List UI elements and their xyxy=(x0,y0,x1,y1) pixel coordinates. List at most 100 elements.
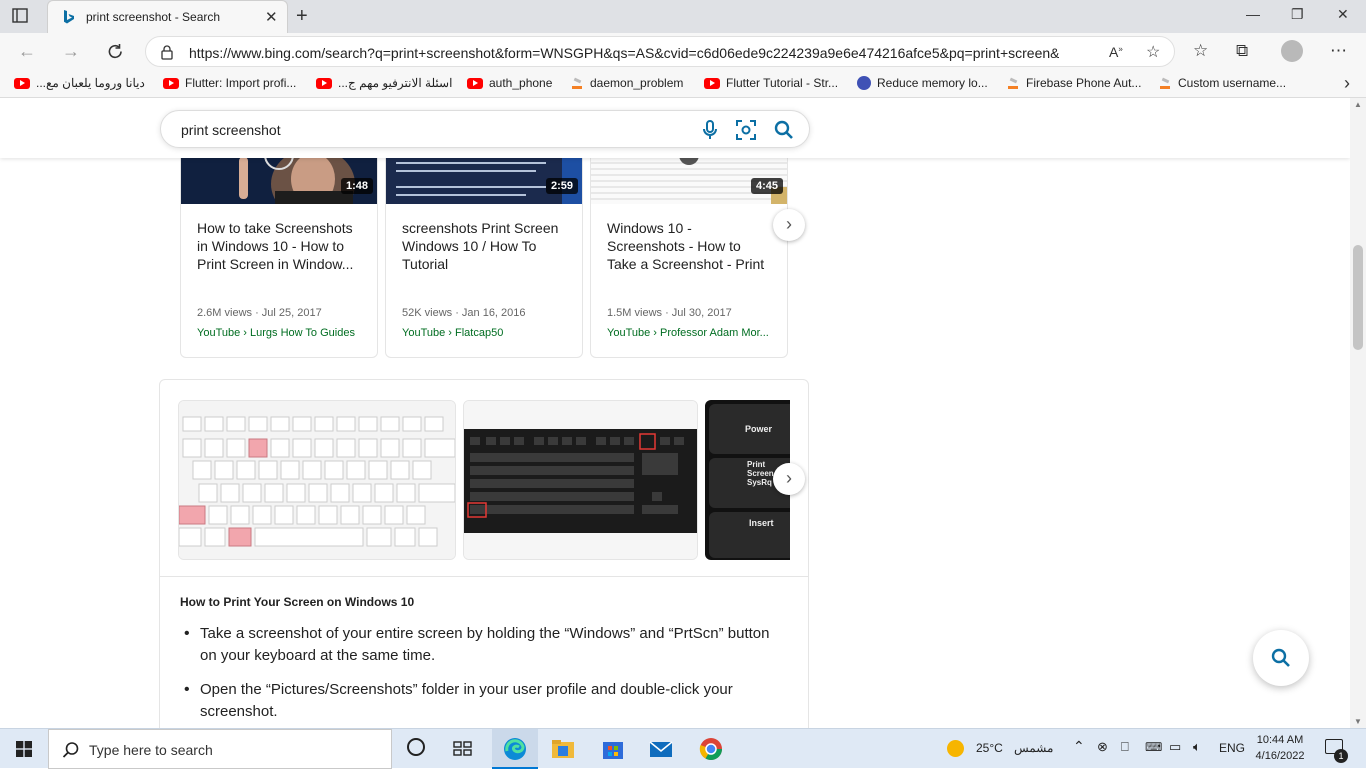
image-card[interactable] xyxy=(178,400,456,560)
youtube-icon xyxy=(14,77,30,89)
answer-list: Take a screenshot of your entire screen … xyxy=(180,623,780,728)
video-source[interactable]: YouTube › Lurgs How To Guides xyxy=(197,327,355,339)
collections-icon[interactable]: ⧉ xyxy=(1236,41,1248,61)
minimize-icon[interactable]: — xyxy=(1246,6,1260,22)
windows-start-icon[interactable] xyxy=(16,741,32,757)
language-indicator[interactable]: ENG xyxy=(1219,741,1245,755)
image-strip: Power Print Screen SysRq Insert xyxy=(178,400,790,560)
search-icon xyxy=(1271,648,1290,667)
search-input[interactable]: print screenshot xyxy=(181,122,281,138)
bookmark-item[interactable]: Reduce memory lo... xyxy=(857,76,988,90)
shield-icon xyxy=(857,76,871,90)
restore-icon[interactable]: ❐ xyxy=(1291,6,1304,23)
taskbar-search[interactable]: Type here to search xyxy=(48,729,392,769)
video-meta: 52K views · Jan 16, 2016 xyxy=(402,307,526,319)
bookmark-item[interactable]: Custom username... xyxy=(1158,76,1286,90)
ime-icon[interactable]: ⌨ xyxy=(1145,740,1162,754)
video-duration: 4:45 xyxy=(750,178,783,194)
volume-icon[interactable]: 🔈︎ xyxy=(1193,739,1201,755)
weather-label[interactable]: مشمس xyxy=(1014,741,1053,755)
taskbar: Type here to search 25°C مشمس ⌃ ⊗ ⎕ ⌨ ▭ … xyxy=(0,728,1366,769)
video-duration: 2:59 xyxy=(545,178,578,194)
bookmark-item[interactable]: ديانا وروما يلعبان مع... xyxy=(14,76,145,90)
page-scrollbar[interactable]: ▲ ▼ xyxy=(1350,98,1366,728)
page-content: print screenshot 1:48 How to take Screen… xyxy=(0,98,1350,728)
clock[interactable]: 10:44 AM 4/16/2022 xyxy=(1250,732,1310,764)
image-carousel-next-icon[interactable]: › xyxy=(773,463,805,495)
microsoft-store-icon[interactable] xyxy=(600,736,626,762)
bookmark-item[interactable]: daemon_problem xyxy=(570,76,683,90)
bookmark-item[interactable]: Firebase Phone Aut... xyxy=(1006,76,1141,90)
lock-icon[interactable] xyxy=(160,44,174,60)
video-title[interactable]: How to take Screenshots in Windows 10 - … xyxy=(197,219,359,273)
video-source[interactable]: YouTube › Professor Adam Mor... xyxy=(607,327,769,339)
more-icon[interactable]: ⋯ xyxy=(1330,41,1347,61)
chrome-icon[interactable] xyxy=(698,736,724,762)
clock-date: 4/16/2022 xyxy=(1255,750,1305,762)
microphone-icon[interactable] xyxy=(701,119,719,141)
keyboard-black-image xyxy=(464,401,697,559)
answer-bullet: Take a screenshot of your entire screen … xyxy=(180,623,780,667)
bookmark-item[interactable]: Flutter Tutorial - Str... xyxy=(704,76,838,90)
search-icon xyxy=(62,742,79,758)
bookmark-item[interactable]: auth_phone xyxy=(467,76,552,90)
file-explorer-icon[interactable] xyxy=(550,736,576,762)
keyboard-mac-image xyxy=(179,401,455,559)
video-title[interactable]: Windows 10 - Screenshots - How to Take a… xyxy=(607,219,769,273)
edge-icon xyxy=(504,738,526,760)
youtube-icon xyxy=(704,77,720,89)
video-meta: 2.6M views · Jul 25, 2017 xyxy=(197,307,322,319)
visual-search-icon[interactable] xyxy=(735,119,757,141)
device-icon[interactable]: ⎕ xyxy=(1121,739,1129,755)
taskbar-search-placeholder[interactable]: Type here to search xyxy=(89,742,213,758)
floating-search-button[interactable] xyxy=(1253,630,1309,686)
stackoverflow-icon xyxy=(1158,76,1172,90)
edge-taskbar-button[interactable] xyxy=(492,729,538,769)
wifi-icon[interactable]: ▭ xyxy=(1169,739,1181,755)
refresh-icon[interactable] xyxy=(106,42,125,61)
url-bar[interactable]: https://www.bing.com/search?q=print+scre… xyxy=(145,36,1175,67)
video-duration: 1:48 xyxy=(340,178,373,194)
back-icon[interactable]: ← xyxy=(18,41,36,62)
close-window-icon[interactable]: ✕ xyxy=(1337,6,1349,23)
network-error-icon[interactable]: ⊗ xyxy=(1097,739,1108,755)
url-text[interactable]: https://www.bing.com/search?q=print+scre… xyxy=(189,45,1059,61)
notification-count: 1 xyxy=(1334,749,1348,763)
chevron-right-icon[interactable]: › xyxy=(1344,73,1350,94)
bookmark-item[interactable]: Flutter: Import profi... xyxy=(163,76,296,90)
favorites-icon[interactable]: ☆ xyxy=(1193,41,1208,61)
address-toolbar: ← → https://www.bing.com/search?q=print+… xyxy=(0,33,1366,70)
answer-heading: How to Print Your Screen on Windows 10 xyxy=(180,595,415,609)
sun-weather-icon[interactable] xyxy=(947,740,964,757)
search-box[interactable]: print screenshot xyxy=(160,110,810,148)
task-view-icon[interactable] xyxy=(453,739,473,757)
scroll-down-icon[interactable]: ▼ xyxy=(1354,717,1362,726)
scrollbar-thumb[interactable] xyxy=(1353,245,1363,350)
profile-avatar[interactable] xyxy=(1281,40,1303,62)
video-meta: 1.5M views · Jul 30, 2017 xyxy=(607,307,732,319)
divider xyxy=(160,576,808,577)
show-hidden-icons[interactable]: ⌃ xyxy=(1073,738,1085,755)
tab-active[interactable]: print screenshot - Search ✕ xyxy=(47,0,288,33)
video-title[interactable]: screenshots Print Screen Windows 10 / Ho… xyxy=(402,219,564,273)
video-source[interactable]: YouTube › Flatcap50 xyxy=(402,327,503,339)
cortana-icon[interactable] xyxy=(407,738,425,756)
forward-icon[interactable]: → xyxy=(62,41,80,62)
new-tab-icon[interactable]: + xyxy=(296,5,308,28)
read-aloud-icon[interactable]: A» xyxy=(1109,44,1123,60)
weather-temp[interactable]: 25°C xyxy=(976,741,1003,755)
scroll-up-icon[interactable]: ▲ xyxy=(1354,100,1362,109)
search-icon[interactable] xyxy=(773,119,795,141)
image-card[interactable] xyxy=(463,400,698,560)
key-label: Insert xyxy=(749,518,774,528)
tab-title: print screenshot - Search xyxy=(86,10,221,24)
add-favorite-icon[interactable]: ☆ xyxy=(1146,42,1160,62)
tab-actions-icon[interactable] xyxy=(10,7,30,25)
tab-bar: print screenshot - Search ✕ + — ❐ ✕ xyxy=(0,0,1366,33)
close-tab-icon[interactable]: ✕ xyxy=(265,8,278,26)
mail-icon[interactable] xyxy=(648,736,674,762)
video-carousel-next-icon[interactable]: › xyxy=(773,209,805,241)
stackoverflow-icon xyxy=(1006,76,1020,90)
youtube-icon xyxy=(467,77,483,89)
bookmark-item[interactable]: اسئلة الانترفيو مهم ج... xyxy=(316,76,452,90)
